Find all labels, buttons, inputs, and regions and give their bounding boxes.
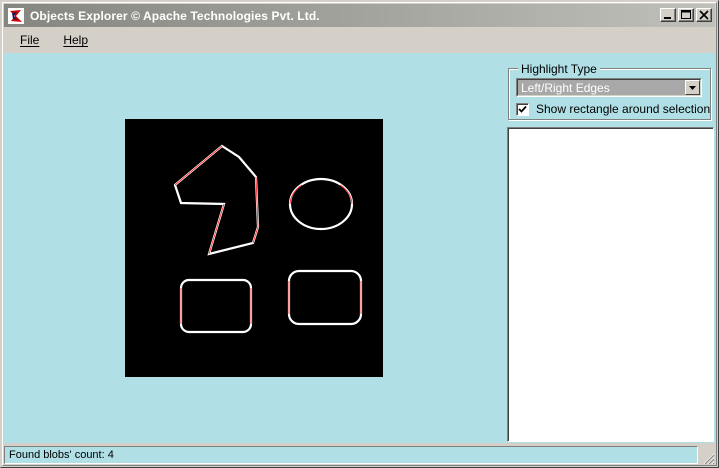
blob-ellipse-edges — [289, 184, 353, 205]
maximize-icon — [681, 10, 691, 19]
highlight-type-group: Highlight Type Left/Right Edges Show rec… — [508, 62, 711, 120]
app-logo-icon — [8, 7, 24, 24]
status-bar: Found blobs' count: 4 — [4, 445, 715, 465]
blob-arrow-edges — [174, 145, 259, 255]
checkmark-icon — [518, 105, 527, 113]
image-canvas[interactable] — [125, 119, 383, 377]
blobs-drawing — [173, 144, 363, 334]
combo-field: Left/Right Edges — [517, 79, 701, 96]
close-icon — [699, 10, 709, 20]
title-buttons — [658, 8, 712, 22]
resize-grip-icon[interactable] — [701, 451, 715, 465]
blob-arrow-shape — [173, 144, 260, 256]
show-rect-label: Show rectangle around selection — [536, 102, 711, 116]
group-legend: Highlight Type — [518, 62, 600, 76]
chevron-down-icon — [689, 86, 696, 90]
minimize-icon — [664, 17, 671, 19]
combo-value: Left/Right Edges — [521, 81, 610, 95]
status-text: Found blobs' count: 4 — [9, 449, 114, 461]
maximize-button[interactable] — [678, 8, 694, 22]
show-rect-checkbox[interactable] — [516, 102, 529, 116]
menu-help[interactable]: Help — [55, 33, 96, 47]
window-title: Objects Explorer © Apache Technologies P… — [30, 8, 320, 23]
menu-bar: File Help — [4, 29, 715, 51]
close-button[interactable] — [696, 8, 712, 22]
blob-rect2-shape — [287, 269, 363, 326]
blob-rect2-edges — [288, 281, 362, 314]
combo-dropdown-button[interactable] — [685, 80, 700, 95]
title-bar[interactable]: Objects Explorer © Apache Technologies P… — [4, 4, 715, 27]
highlight-type-select[interactable]: Left/Right Edges — [516, 78, 702, 97]
blob-rect1-edges — [180, 288, 252, 324]
client-area: Highlight Type Left/Right Edges Show rec… — [4, 53, 715, 443]
blob-list[interactable] — [507, 127, 714, 442]
blob-rect1-shape — [179, 278, 253, 334]
app-window: Objects Explorer © Apache Technologies P… — [0, 0, 719, 468]
status-pane: Found blobs' count: 4 — [4, 446, 698, 464]
menu-file[interactable]: File — [12, 33, 47, 47]
show-rect-option[interactable]: Show rectangle around selection — [516, 102, 710, 116]
minimize-button[interactable] — [660, 8, 676, 22]
